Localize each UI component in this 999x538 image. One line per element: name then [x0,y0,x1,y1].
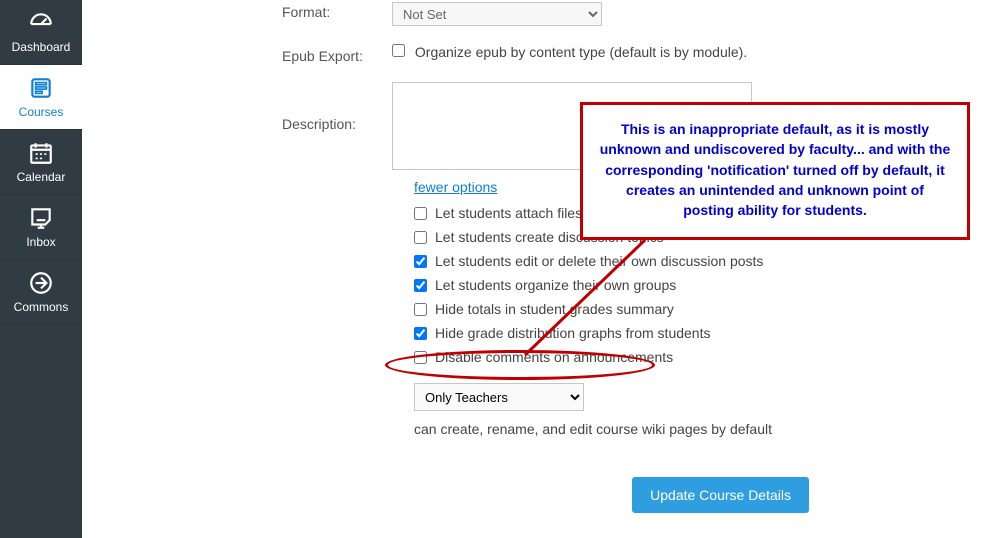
nav-label: Commons [14,300,69,314]
option-hide-totals[interactable]: Hide totals in student grades summary [414,301,999,317]
epub-option-text: Organize epub by content type (default i… [415,44,747,60]
option-disable-comments[interactable]: Disable comments on announcements [414,349,999,365]
global-nav-sidebar: Dashboard Courses Calendar Inbox Commons [0,0,82,538]
wiki-permission-caption: can create, rename, and edit course wiki… [414,421,999,437]
dashboard-icon [28,10,54,36]
nav-inbox[interactable]: Inbox [0,195,82,260]
nav-dashboard[interactable]: Dashboard [0,0,82,65]
button-row: Update Course Details [82,477,999,513]
checkbox-edit-delete-posts[interactable] [414,255,427,268]
main-content: Format: Not Set Epub Export: Organize ep… [82,0,999,538]
option-label: Hide totals in student grades summary [435,301,674,317]
commons-icon [28,270,54,296]
option-label: Let students organize their own groups [435,277,676,293]
nav-calendar[interactable]: Calendar [0,130,82,195]
description-label: Description: [282,82,392,132]
format-row: Format: Not Set [282,2,999,26]
option-label: Let students edit or delete their own di… [435,253,763,269]
checkbox-disable-comments[interactable] [414,351,427,364]
nav-commons[interactable]: Commons [0,260,82,325]
format-select[interactable]: Not Set [392,2,602,26]
fewer-options-link[interactable]: fewer options [414,179,497,195]
format-label: Format: [282,2,392,20]
option-hide-grade-dist[interactable]: Hide grade distribution graphs from stud… [414,325,999,341]
nav-label: Inbox [26,235,55,249]
calendar-icon [28,140,54,166]
annotation-callout: This is an inappropriate default, as it … [580,102,970,240]
nav-courses[interactable]: Courses [0,65,82,130]
nav-label: Dashboard [12,40,71,54]
wiki-permission-select[interactable]: Only Teachers [414,383,584,411]
nav-label: Courses [19,105,64,119]
nav-label: Calendar [17,170,66,184]
option-label: Disable comments on announcements [435,349,673,365]
epub-option-label[interactable]: Organize epub by content type (default i… [392,44,747,60]
inbox-icon [28,205,54,231]
epub-checkbox[interactable] [392,44,405,57]
checkbox-create-discussions[interactable] [414,231,427,244]
checkbox-organize-groups[interactable] [414,279,427,292]
option-organize-groups[interactable]: Let students organize their own groups [414,277,999,293]
courses-icon [28,75,54,101]
epub-row: Epub Export: Organize epub by content ty… [282,44,999,64]
update-course-details-button[interactable]: Update Course Details [632,477,809,513]
option-label: Hide grade distribution graphs from stud… [435,325,710,341]
checkbox-hide-totals[interactable] [414,303,427,316]
epub-label: Epub Export: [282,44,392,64]
checkbox-hide-grade-dist[interactable] [414,327,427,340]
option-edit-delete-posts[interactable]: Let students edit or delete their own di… [414,253,999,269]
annotation-text: This is an inappropriate default, as it … [599,119,951,220]
checkbox-attach-files[interactable] [414,207,427,220]
